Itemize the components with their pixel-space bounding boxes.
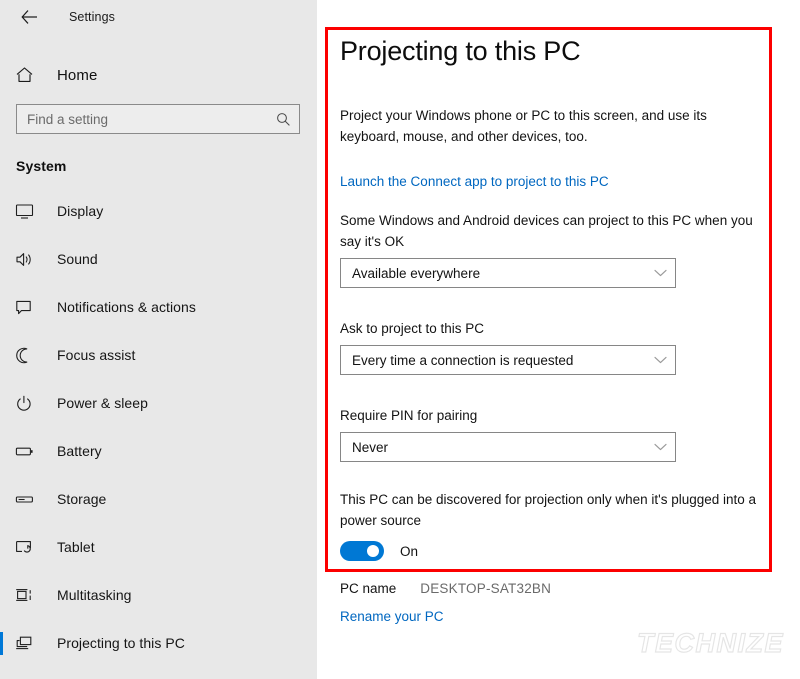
sidebar-item-label: Storage (57, 491, 107, 507)
battery-icon (15, 443, 41, 460)
sidebar-item-label: Focus assist (57, 347, 136, 363)
power-source-toggle[interactable] (340, 541, 384, 561)
sidebar-item-multitasking[interactable]: Multitasking (0, 571, 317, 619)
search-box[interactable] (16, 104, 300, 134)
back-button[interactable] (11, 2, 47, 32)
watermark: TECHNIZE (636, 627, 784, 658)
home-label: Home (57, 66, 98, 84)
setting-project-availability: Some Windows and Android devices can pro… (340, 210, 770, 288)
project-availability-dropdown[interactable]: Available everywhere (340, 258, 676, 288)
setting-label: This PC can be discovered for projection… (340, 492, 757, 528)
dropdown-value: Never (352, 439, 389, 455)
chevron-down-icon (654, 356, 667, 364)
toggle-state-label: On (400, 543, 419, 559)
window-title: Settings (69, 10, 115, 24)
power-source-toggle-row: On (340, 541, 760, 561)
home-icon (15, 66, 41, 84)
search-icon[interactable] (276, 112, 291, 127)
sidebar-item-projecting-to-this-pc[interactable]: Projecting to this PC (0, 619, 317, 667)
notification-icon (15, 299, 41, 316)
multitasking-icon (15, 587, 41, 604)
setting-label: Some Windows and Android devices can pro… (340, 213, 753, 249)
sidebar-item-label: Battery (57, 443, 102, 459)
sidebar-item-label: Tablet (57, 539, 95, 555)
title-bar: Settings (0, 0, 317, 34)
launch-connect-app-link[interactable]: Launch the Connect app to project to thi… (340, 174, 609, 189)
monitor-icon (15, 203, 41, 220)
sidebar-item-focus-assist[interactable]: Focus assist (0, 331, 317, 379)
sidebar-item-notifications[interactable]: Notifications & actions (0, 283, 317, 331)
dropdown-value: Every time a connection is requested (352, 352, 574, 368)
chevron-down-icon (654, 443, 667, 451)
sidebar-item-label: Multitasking (57, 587, 132, 603)
sidebar-item-home[interactable]: Home (0, 55, 317, 95)
sidebar-item-label: Power & sleep (57, 395, 148, 411)
setting-require-pin: Require PIN for pairing Never (340, 405, 770, 462)
search-input[interactable] (27, 111, 276, 127)
setting-label: Require PIN for pairing (340, 408, 478, 423)
tablet-icon (15, 539, 41, 556)
sidebar-item-label: Notifications & actions (57, 299, 196, 315)
pc-name-value: DESKTOP-SAT32BN (420, 581, 552, 596)
toggle-knob (367, 545, 379, 557)
sidebar-item-label: Display (57, 203, 104, 219)
pc-name-row: PC name DESKTOP-SAT32BN (340, 581, 551, 596)
ask-to-project-dropdown[interactable]: Every time a connection is requested (340, 345, 676, 375)
sidebar-item-power-sleep[interactable]: Power & sleep (0, 379, 317, 427)
setting-ask-to-project: Ask to project to this PC Every time a c… (340, 318, 770, 375)
chevron-down-icon (654, 269, 667, 277)
sidebar-item-sound[interactable]: Sound (0, 235, 317, 283)
require-pin-dropdown[interactable]: Never (340, 432, 676, 462)
sidebar-item-tablet[interactable]: Tablet (0, 523, 317, 571)
moon-icon (15, 347, 41, 364)
sidebar: Settings Home System (0, 0, 317, 679)
sidebar-item-display[interactable]: Display (0, 187, 317, 235)
intro-text: Project your Windows phone or PC to this… (340, 108, 707, 144)
sidebar-item-label: Projecting to this PC (57, 635, 185, 651)
page-title: Projecting to this PC (340, 36, 581, 66)
sidebar-nav-list: Display Sound Notifications & actions Fo… (0, 187, 317, 667)
sidebar-item-label: Sound (57, 251, 98, 267)
settings-window: Settings Home System (0, 0, 800, 679)
category-title: System (16, 158, 67, 174)
back-arrow-icon (20, 10, 37, 24)
sidebar-item-battery[interactable]: Battery (0, 427, 317, 475)
speaker-icon (15, 251, 41, 268)
storage-icon (15, 491, 41, 508)
projecting-icon (15, 635, 41, 652)
main-content: Projecting to this PC Project your Windo… (317, 0, 800, 679)
setting-label: Ask to project to this PC (340, 321, 485, 336)
sidebar-item-storage[interactable]: Storage (0, 475, 317, 523)
dropdown-value: Available everywhere (352, 265, 481, 281)
rename-pc-link[interactable]: Rename your PC (340, 609, 444, 624)
pc-name-label: PC name (340, 581, 397, 596)
power-icon (15, 395, 41, 412)
setting-power-source: This PC can be discovered for projection… (340, 489, 760, 561)
